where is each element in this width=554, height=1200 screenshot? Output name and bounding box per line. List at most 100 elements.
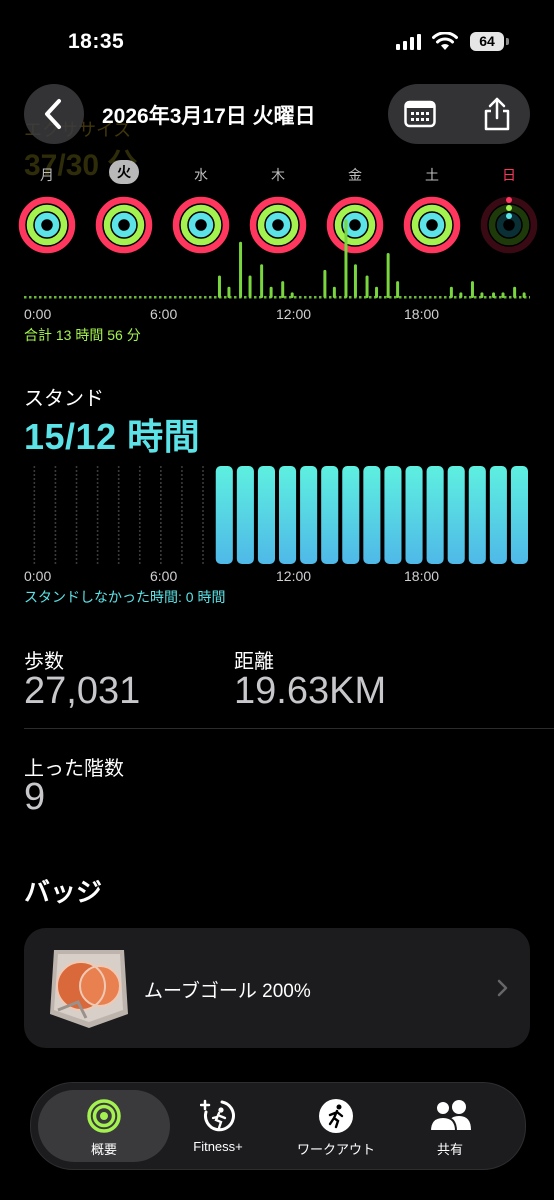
stand-bar-9: [215, 466, 233, 564]
stand-empty-7: [181, 554, 183, 556]
exercise-bar-17: [396, 281, 400, 298]
tab-summary[interactable]: 概要: [38, 1090, 170, 1162]
stand-empty-6: [160, 506, 162, 508]
stand-empty-6: [160, 486, 162, 488]
stand-empty-4: [117, 498, 120, 500]
stand-empty-2: [75, 558, 78, 560]
stand-empty-7: [181, 498, 183, 500]
baseline-dot: [59, 296, 62, 299]
stand-empty-5: [138, 478, 141, 480]
stand-empty-6: [160, 466, 162, 468]
stand-empty-8: [202, 554, 204, 556]
stand-empty-6: [160, 526, 162, 528]
stand-empty-5: [138, 534, 141, 536]
exercise-bar-21: [480, 292, 484, 298]
stand-empty-6: [160, 542, 162, 544]
baseline-dot: [189, 296, 192, 299]
back-button[interactable]: [24, 84, 84, 144]
exercise-bar-16: [375, 286, 379, 298]
stand-empty-5: [138, 542, 141, 544]
stand-empty-1: [54, 470, 57, 472]
stand-empty-7: [181, 510, 183, 512]
stand-empty-7: [181, 470, 183, 472]
stand-empty-7: [181, 482, 183, 484]
stand-empty-3: [96, 474, 99, 476]
stand-empty-7: [181, 538, 183, 540]
day-label-5[interactable]: 土: [417, 165, 447, 185]
stand-empty-6: [160, 490, 162, 492]
stand-empty-1: [54, 502, 57, 504]
baseline-dot: [39, 296, 42, 299]
stand-empty-3: [96, 510, 99, 512]
stand-empty-0: [33, 506, 36, 508]
baseline-dot: [414, 296, 417, 299]
wifi-icon: [432, 32, 458, 50]
stand-empty-1: [54, 514, 57, 516]
stand-empty-7: [181, 494, 183, 496]
tab-workout[interactable]: ワークアウト: [288, 1090, 384, 1162]
day-label-4[interactable]: 金: [340, 165, 370, 185]
badge-card[interactable]: ムーブゴール 200%: [24, 928, 530, 1048]
stand-empty-2: [75, 554, 78, 556]
baseline-dot: [94, 296, 97, 299]
baseline-dot: [169, 296, 172, 299]
baseline-dot: [264, 296, 267, 299]
chevron-left-icon: [45, 99, 61, 129]
baseline-dot: [199, 296, 202, 299]
day-label-0[interactable]: 月: [32, 165, 62, 185]
stand-empty-3: [96, 530, 99, 532]
stand-empty-1: [54, 510, 57, 512]
stand-empty-7: [181, 522, 183, 524]
stand-empty-3: [96, 514, 99, 516]
stand-empty-4: [117, 542, 120, 544]
stand-empty-1: [54, 526, 57, 528]
tab-sharing-label: 共有: [436, 1142, 463, 1157]
tab-sharing[interactable]: 共有: [412, 1090, 488, 1162]
stand-empty-6: [160, 562, 162, 564]
tab-fitness-plus[interactable]: Fitness+: [180, 1090, 256, 1162]
baseline-dot: [444, 296, 447, 299]
stand-empty-6: [160, 530, 162, 532]
stand-empty-4: [117, 546, 120, 548]
stand-empty-0: [33, 466, 36, 468]
baseline-dot: [79, 296, 82, 299]
baseline-dot: [24, 296, 27, 299]
baseline-dot: [184, 296, 187, 299]
stand-empty-3: [96, 522, 99, 524]
stand-empty-8: [202, 558, 204, 560]
stand-empty-0: [33, 546, 36, 548]
exercise-bar-20: [459, 292, 463, 298]
stand-empty-3: [96, 562, 99, 564]
stand-empty-4: [117, 506, 120, 508]
stand-empty-2: [75, 502, 78, 504]
baseline-dot: [519, 296, 522, 299]
stand-empty-7: [181, 486, 183, 488]
exercise-bar-15: [344, 219, 348, 298]
stand-empty-5: [138, 470, 141, 472]
stand-empty-2: [75, 498, 78, 500]
exercise-bar-23: [513, 286, 517, 298]
stand-empty-2: [75, 518, 78, 520]
badges-title: バッジ: [24, 877, 103, 907]
stand-empty-3: [96, 518, 99, 520]
day-label-1[interactable]: 火: [109, 160, 139, 184]
stand-empty-6: [160, 518, 162, 520]
stand-empty-0: [33, 558, 36, 560]
day-label-6[interactable]: 日: [494, 165, 524, 185]
baseline-dot: [69, 296, 72, 299]
stand-empty-0: [33, 490, 36, 492]
baseline-dot: [149, 296, 152, 299]
day-label-2[interactable]: 水: [186, 165, 216, 185]
exercise-x-tick-2: 12:00: [276, 306, 312, 322]
stand-empty-5: [138, 558, 141, 560]
workout-runner-icon: [319, 1099, 353, 1133]
calendar-icon[interactable]: [404, 100, 436, 128]
day-label-3[interactable]: 木: [263, 165, 293, 185]
stand-empty-4: [117, 518, 120, 520]
stand-empty-3: [96, 494, 99, 496]
stand-empty-2: [75, 494, 78, 496]
distance-value: 19.63KM: [234, 670, 387, 712]
floors-value: 9: [24, 776, 46, 818]
baseline-dot: [214, 296, 217, 299]
share-icon[interactable]: [482, 96, 512, 132]
